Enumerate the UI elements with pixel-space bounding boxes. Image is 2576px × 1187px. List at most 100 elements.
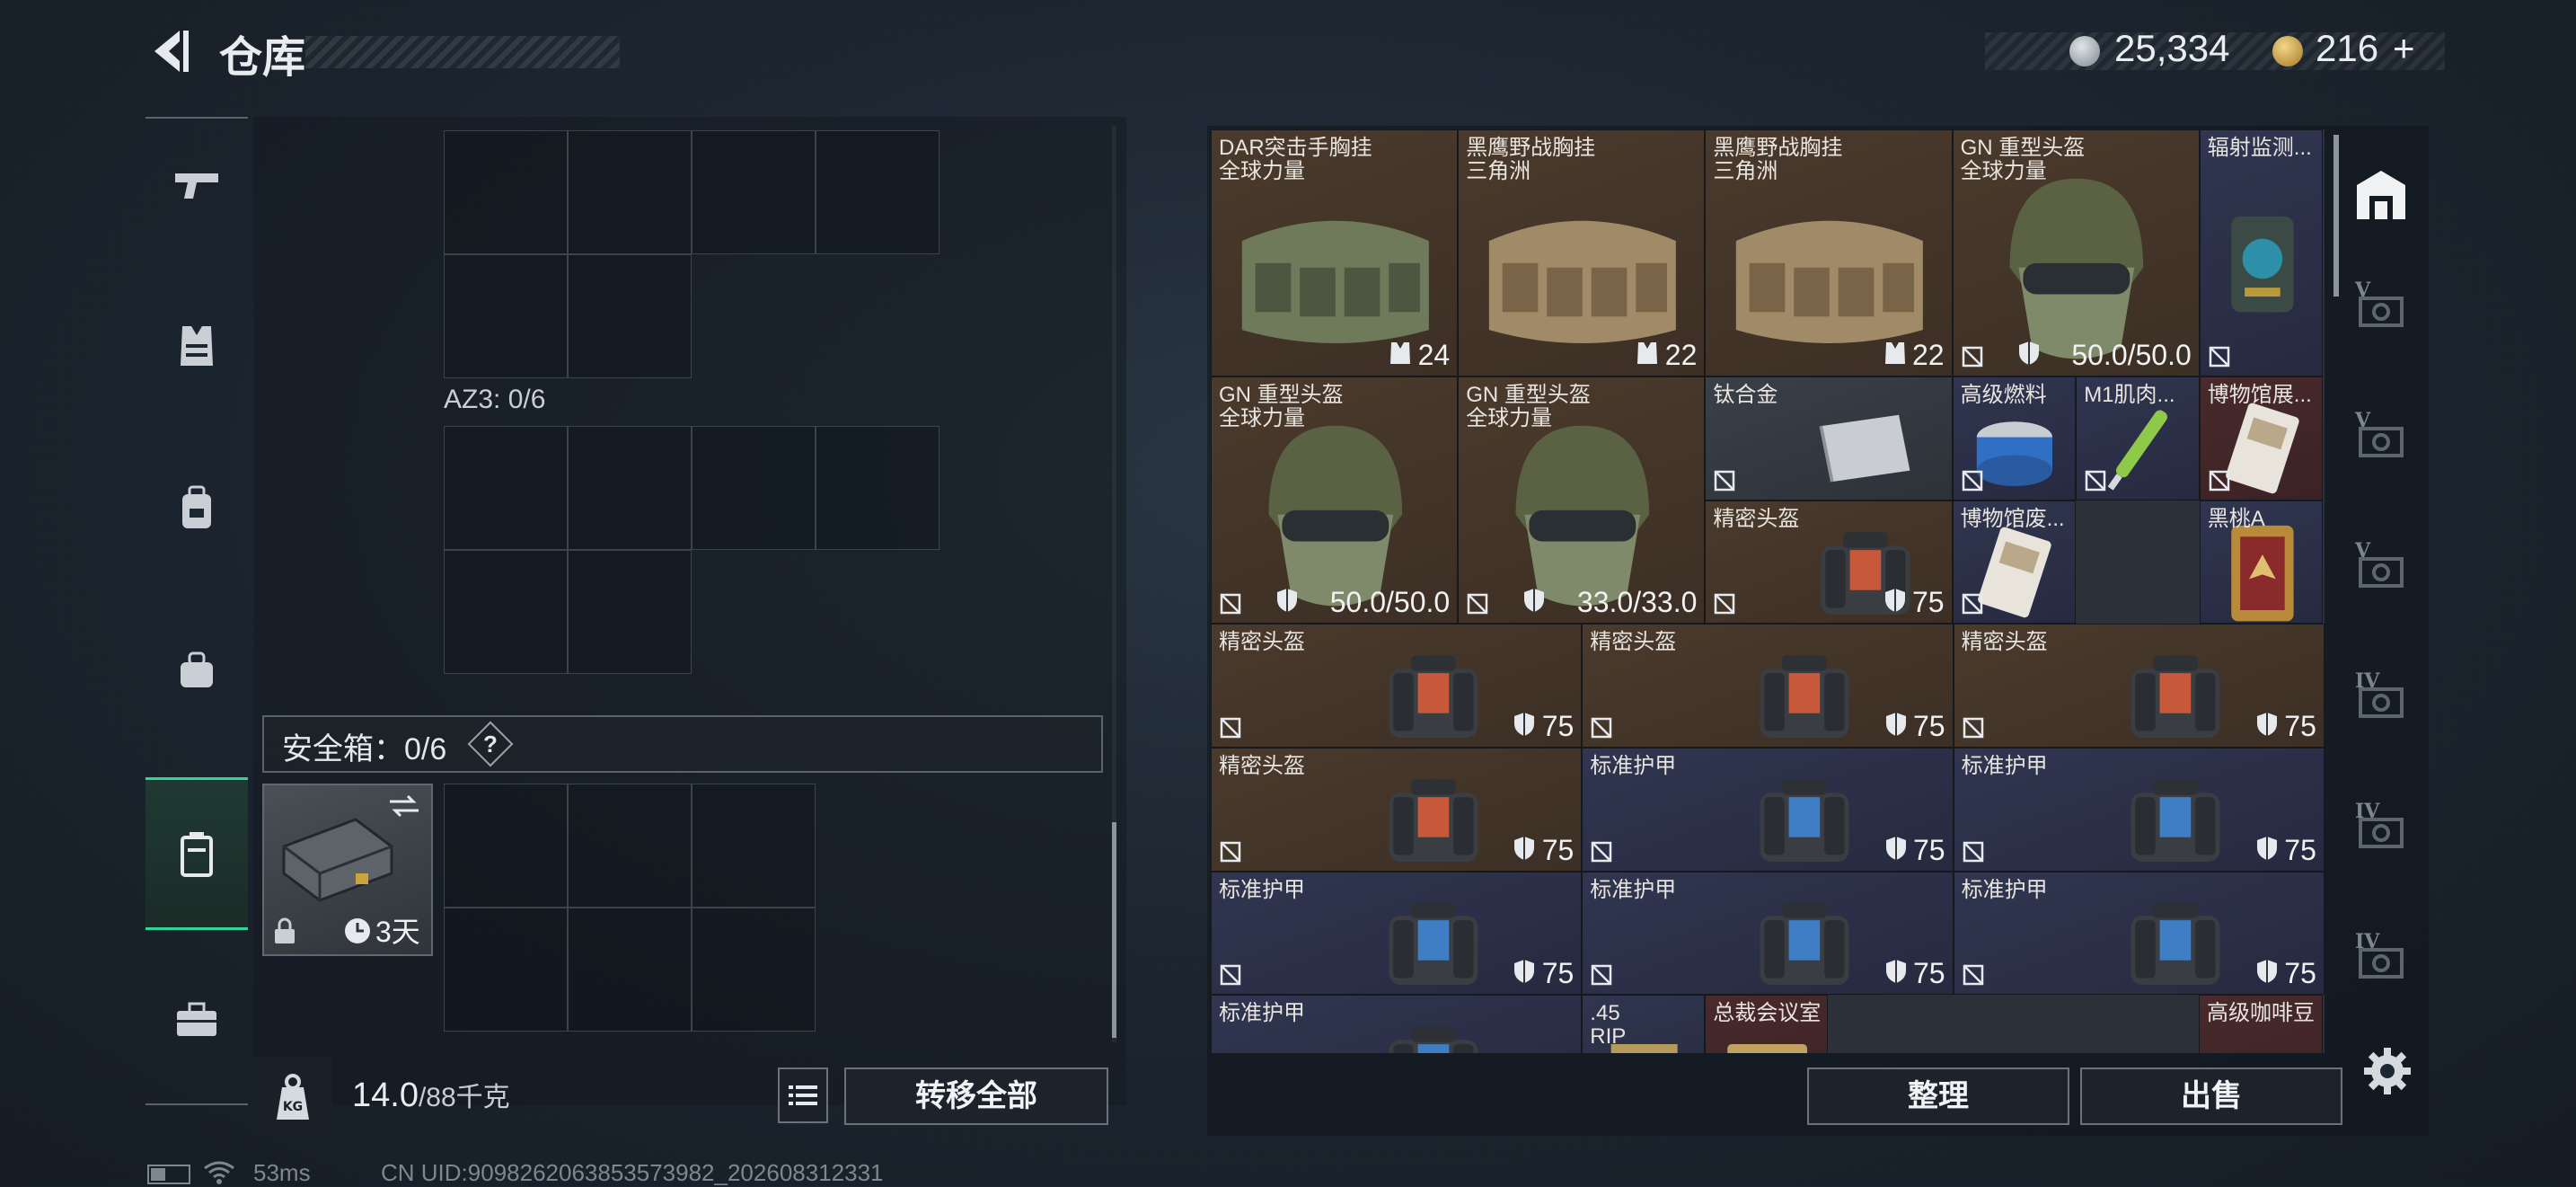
stash-item[interactable]: GN 重型头盔 全球力量 50.0/50.0 — [1211, 376, 1459, 625]
stash-item[interactable]: 标准护甲 — [1211, 995, 1583, 1053]
stash-item[interactable]: 标准护甲 75 — [1582, 748, 1954, 872]
item-durability: 75 — [2284, 957, 2316, 990]
wifi-icon — [204, 1161, 234, 1184]
pistol-icon — [175, 173, 218, 199]
grid-slot[interactable] — [444, 426, 568, 550]
rail-chest-rig[interactable] — [146, 279, 248, 413]
stash-item[interactable]: .45 RIP — [1582, 995, 1706, 1053]
tier-label: IV — [2355, 930, 2380, 953]
chest-rig-icon — [1241, 220, 1429, 343]
armor-case-icon — [1760, 902, 1849, 986]
stash-tab-tier[interactable]: V — [2350, 407, 2413, 470]
stash-item[interactable]: 标准护甲 75 — [1953, 871, 2325, 996]
stash-tab-tier[interactable]: V — [2350, 277, 2413, 340]
sort-button[interactable]: 整理 — [1807, 1067, 2069, 1125]
stash-item[interactable]: 精密头盔 75 — [1582, 624, 1954, 748]
grid-slot[interactable] — [568, 908, 692, 1032]
stash-item[interactable]: 黑桃A — [2199, 500, 2324, 625]
stash-item[interactable]: 精密头盔 75 — [1211, 748, 1583, 872]
rail-backpack[interactable] — [146, 440, 248, 575]
stash-tab-all[interactable] — [2350, 165, 2413, 228]
item-name: DAR突击手胸挂 — [1219, 136, 1372, 160]
not-sellable-icon — [1220, 717, 1241, 739]
grid-slot[interactable] — [568, 426, 692, 550]
item-name: 精密头盔 — [1219, 754, 1305, 778]
item-durability: 50.0/50.0 — [2071, 339, 2192, 372]
item-name: 黑桃A — [2207, 506, 2265, 531]
grid-slot[interactable] — [692, 130, 816, 254]
grid-slot[interactable] — [568, 784, 692, 908]
armor-class-icon — [1884, 589, 1905, 613]
item-name: GN 重型头盔 — [1960, 136, 2086, 160]
grid-slot[interactable] — [692, 426, 816, 550]
grid-slot[interactable] — [444, 908, 568, 1032]
stash-item[interactable]: 精密头盔 75 — [1211, 624, 1583, 748]
rail-weapons[interactable] — [146, 117, 248, 252]
grid-slot[interactable] — [816, 130, 940, 254]
stash-tab-tier[interactable]: IV — [2350, 798, 2413, 861]
not-sellable-icon — [2085, 470, 2106, 492]
stash-item[interactable]: M1肌肉... — [2076, 376, 2200, 500]
item-name: 标准护甲 — [1961, 754, 2048, 778]
grid-slot[interactable] — [568, 550, 692, 674]
item-durability: 75 — [1913, 957, 1945, 990]
stash-tab-rail: V V V IV IV IV — [2333, 126, 2429, 1033]
transfer-all-button[interactable]: 转移全部 — [844, 1067, 1108, 1125]
safebox-capacity-label: 安全箱：0/6 — [282, 732, 447, 766]
grid-slot[interactable] — [692, 784, 816, 908]
stash-item[interactable]: 黑鹰野战胸挂 三角洲 22 — [1705, 129, 1953, 377]
rail-pouch[interactable] — [146, 602, 248, 737]
stash-item[interactable]: GN 重型头盔 全球力量 33.0/33.0 — [1458, 376, 1706, 625]
stash-item[interactable]: DAR突击手胸挂 全球力量 24 — [1211, 129, 1459, 377]
stash-tab-tier[interactable]: IV — [2350, 668, 2413, 731]
weight-icon: KG — [253, 1057, 332, 1136]
stash-scrollbar[interactable] — [2333, 135, 2339, 297]
grid-slot[interactable] — [444, 254, 568, 378]
not-sellable-icon — [1963, 841, 1983, 862]
stash-item[interactable]: 精密头盔 75 — [1953, 624, 2325, 748]
list-view-button[interactable] — [778, 1067, 828, 1123]
not-sellable-icon — [1962, 346, 1982, 368]
safebox-icon — [181, 832, 213, 877]
item-durability: 75 — [1541, 957, 1575, 990]
user-uid: CN UID:9098262063853573982_202608312331 — [381, 1159, 884, 1186]
grid-slot[interactable] — [444, 130, 568, 254]
grid-slot[interactable] — [816, 426, 940, 550]
radiation-detector-icon — [2230, 216, 2294, 313]
stash-item[interactable]: GN 重型头盔 全球力量 50.0/50.0 — [1952, 129, 2200, 377]
stash-item[interactable]: 精密头盔 75 — [1705, 500, 1953, 625]
stash-item[interactable]: 总裁会议室 — [1705, 995, 1829, 1053]
item-name: 标准护甲 — [1961, 877, 2048, 902]
stash-item[interactable]: 博物馆废... — [1952, 500, 2077, 625]
grid-slot[interactable] — [444, 784, 568, 908]
silver-amount: 25,334 — [2114, 27, 2230, 69]
stash-item[interactable]: 标准护甲 75 — [1582, 871, 1954, 996]
stash-item[interactable]: 高级燃料 — [1952, 376, 2077, 500]
item-durability: 75 — [1911, 586, 1945, 619]
sell-button[interactable]: 出售 — [2080, 1067, 2342, 1125]
tier-label: V — [2355, 279, 2371, 302]
ace-of-spades-icon — [2230, 525, 2294, 622]
grid-slot[interactable] — [568, 130, 692, 254]
rail-briefcase[interactable] — [146, 952, 248, 1087]
item-name: 高级燃料 — [1960, 383, 2047, 408]
back-arrow-icon[interactable] — [144, 25, 196, 77]
grid-slot[interactable] — [568, 254, 692, 378]
stash-item[interactable]: 标准护甲 75 — [1211, 871, 1583, 996]
stash-tab-tier[interactable]: IV — [2350, 928, 2413, 991]
stash-item[interactable]: 高级咖啡豆 — [2199, 995, 2323, 1053]
stash-item[interactable]: 辐射监测... — [2199, 129, 2324, 377]
left-scrollbar[interactable] — [1112, 822, 1116, 1038]
grid-slot[interactable] — [692, 908, 816, 1032]
swap-icon[interactable] — [386, 793, 422, 819]
safebox-item[interactable]: 3天 — [262, 784, 433, 956]
stash-item[interactable]: 标准护甲 75 — [1953, 748, 2325, 872]
stash-item[interactable]: 博物馆展... — [2199, 376, 2324, 500]
stash-item[interactable]: 黑鹰野战胸挂 三角洲 22 — [1458, 129, 1706, 377]
stash-item[interactable]: 钛合金 — [1705, 376, 1953, 500]
grid-slot[interactable] — [444, 550, 568, 674]
rail-safebox[interactable] — [146, 777, 248, 930]
add-gold-button[interactable]: + — [2393, 27, 2415, 70]
stash-tab-tier[interactable]: V — [2350, 537, 2413, 600]
settings-gear-icon[interactable] — [2360, 1044, 2414, 1098]
